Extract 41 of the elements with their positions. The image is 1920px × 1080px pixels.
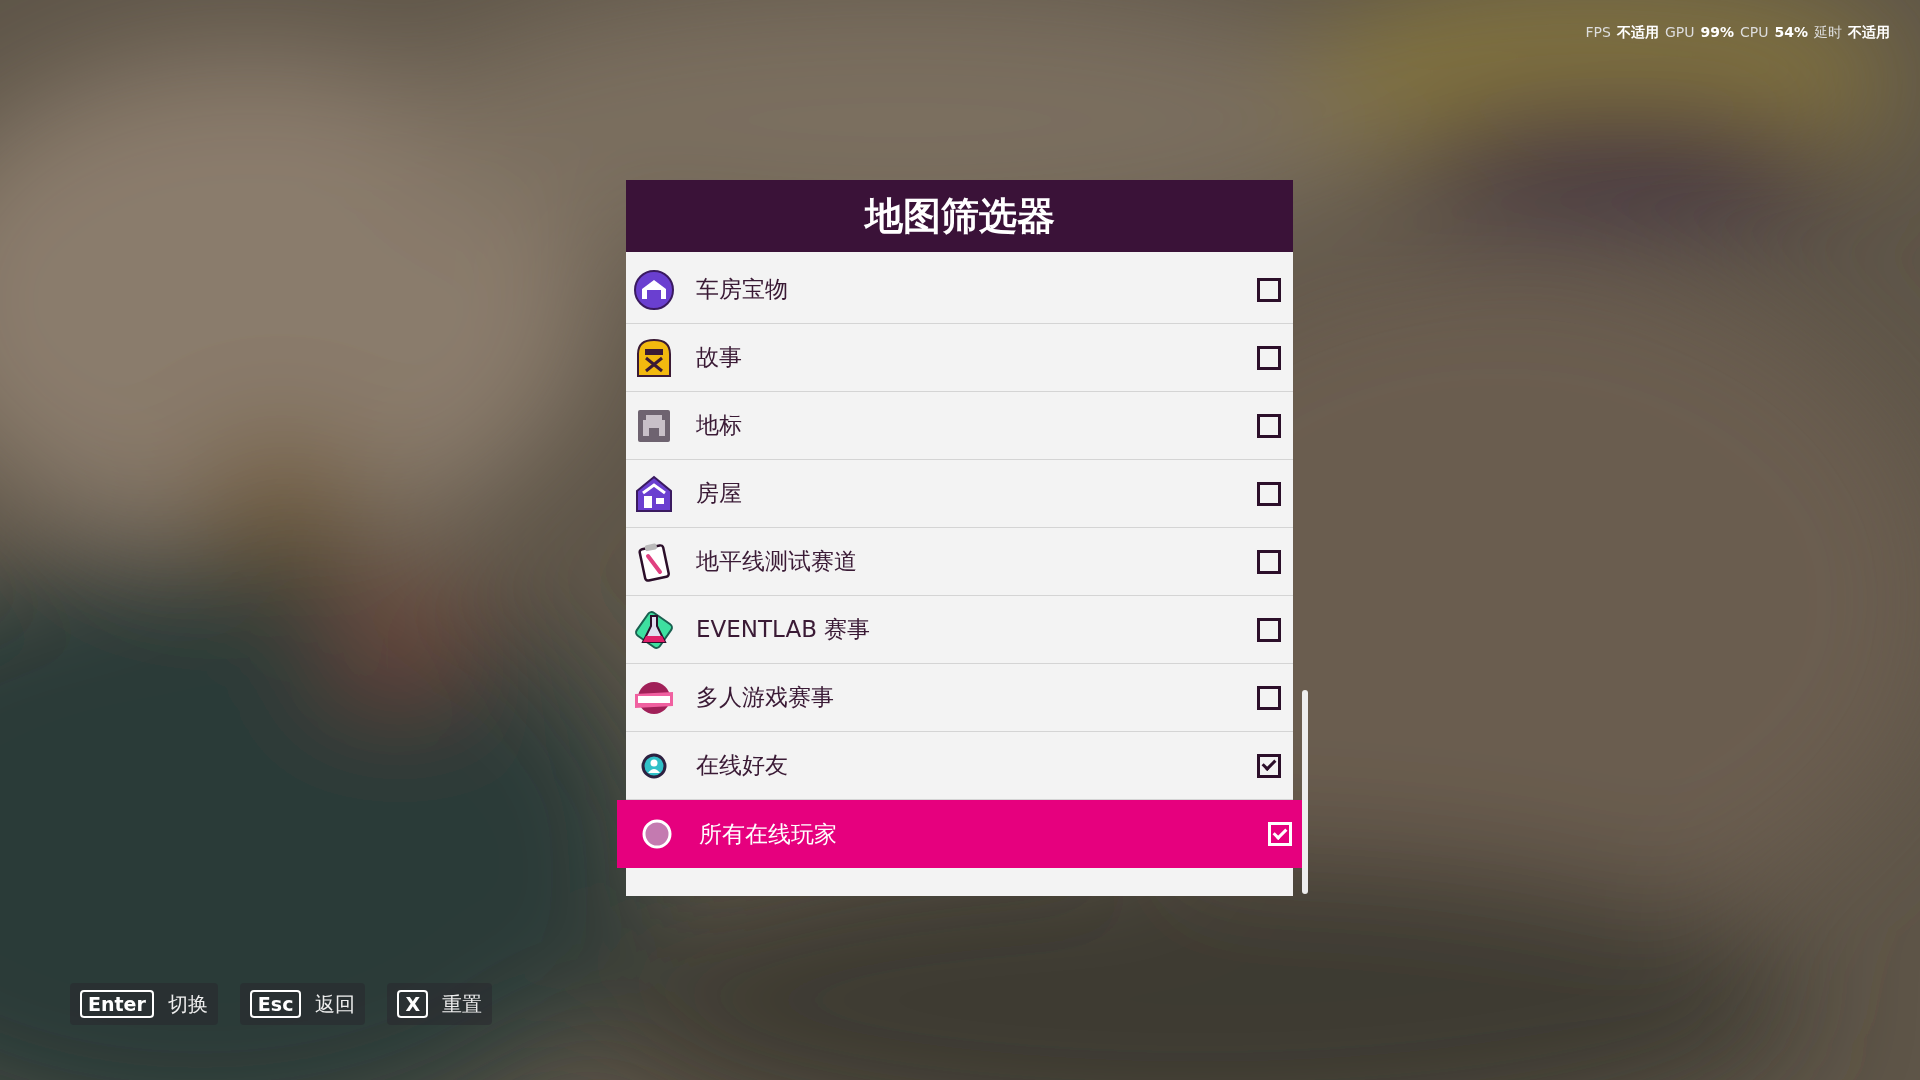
panel-title: 地图筛选器 [626,180,1293,252]
scrollbar-thumb[interactable] [1302,690,1308,894]
director-chair-icon [634,337,674,378]
filter-label: 所有在线玩家 [699,819,838,849]
stat-label: GPU [1664,23,1695,42]
stat-label: FPS [1585,23,1611,42]
stat-value: 54% [1774,23,1808,42]
key-hint[interactable]: Esc 返回 [239,983,366,1025]
filter-row[interactable]: 故事 [626,324,1293,392]
checkbox[interactable] [1257,277,1281,302]
filter-row[interactable]: 地标 [626,392,1293,460]
filter-label: 地标 [696,411,743,441]
stat-value: 不适用 [1616,23,1659,42]
filter-row[interactable]: 车房宝物 [626,256,1293,324]
checkbox[interactable] [1257,549,1281,574]
filter-label: 地平线测试赛道 [696,547,858,577]
filter-row[interactable]: EVENTLAB 赛事 [626,596,1293,664]
checkbox[interactable] [1257,753,1281,778]
filter-label: 在线好友 [696,751,789,781]
stat-label: CPU [1740,23,1769,42]
garage-icon [634,269,674,310]
key-hint[interactable]: X 重置 [387,983,493,1025]
checkbox[interactable] [1257,685,1281,710]
house-icon [634,473,674,514]
stat-value: 99% [1700,23,1734,42]
filter-row[interactable]: 多人游戏赛事 [626,664,1293,732]
checkbox[interactable] [1257,617,1281,642]
checkbox[interactable] [1257,345,1281,370]
filter-label: 房屋 [696,479,743,509]
filter-row[interactable]: 所有在线玩家 [617,800,1304,868]
filter-row[interactable]: 地平线测试赛道 [626,528,1293,596]
filter-label: 多人游戏赛事 [696,683,835,713]
checkbox[interactable] [1257,481,1281,506]
filter-label: 故事 [696,343,743,373]
key-hint[interactable]: Enter 切换 [70,983,218,1025]
stat-value: 不适用 [1848,23,1890,42]
checkbox[interactable] [1257,413,1281,438]
filter-label: 车房宝物 [696,275,789,305]
filter-label: EVENTLAB 赛事 [696,615,872,645]
filter-row[interactable]: 房屋 [626,460,1293,528]
stat-label: 延时 [1814,23,1842,42]
